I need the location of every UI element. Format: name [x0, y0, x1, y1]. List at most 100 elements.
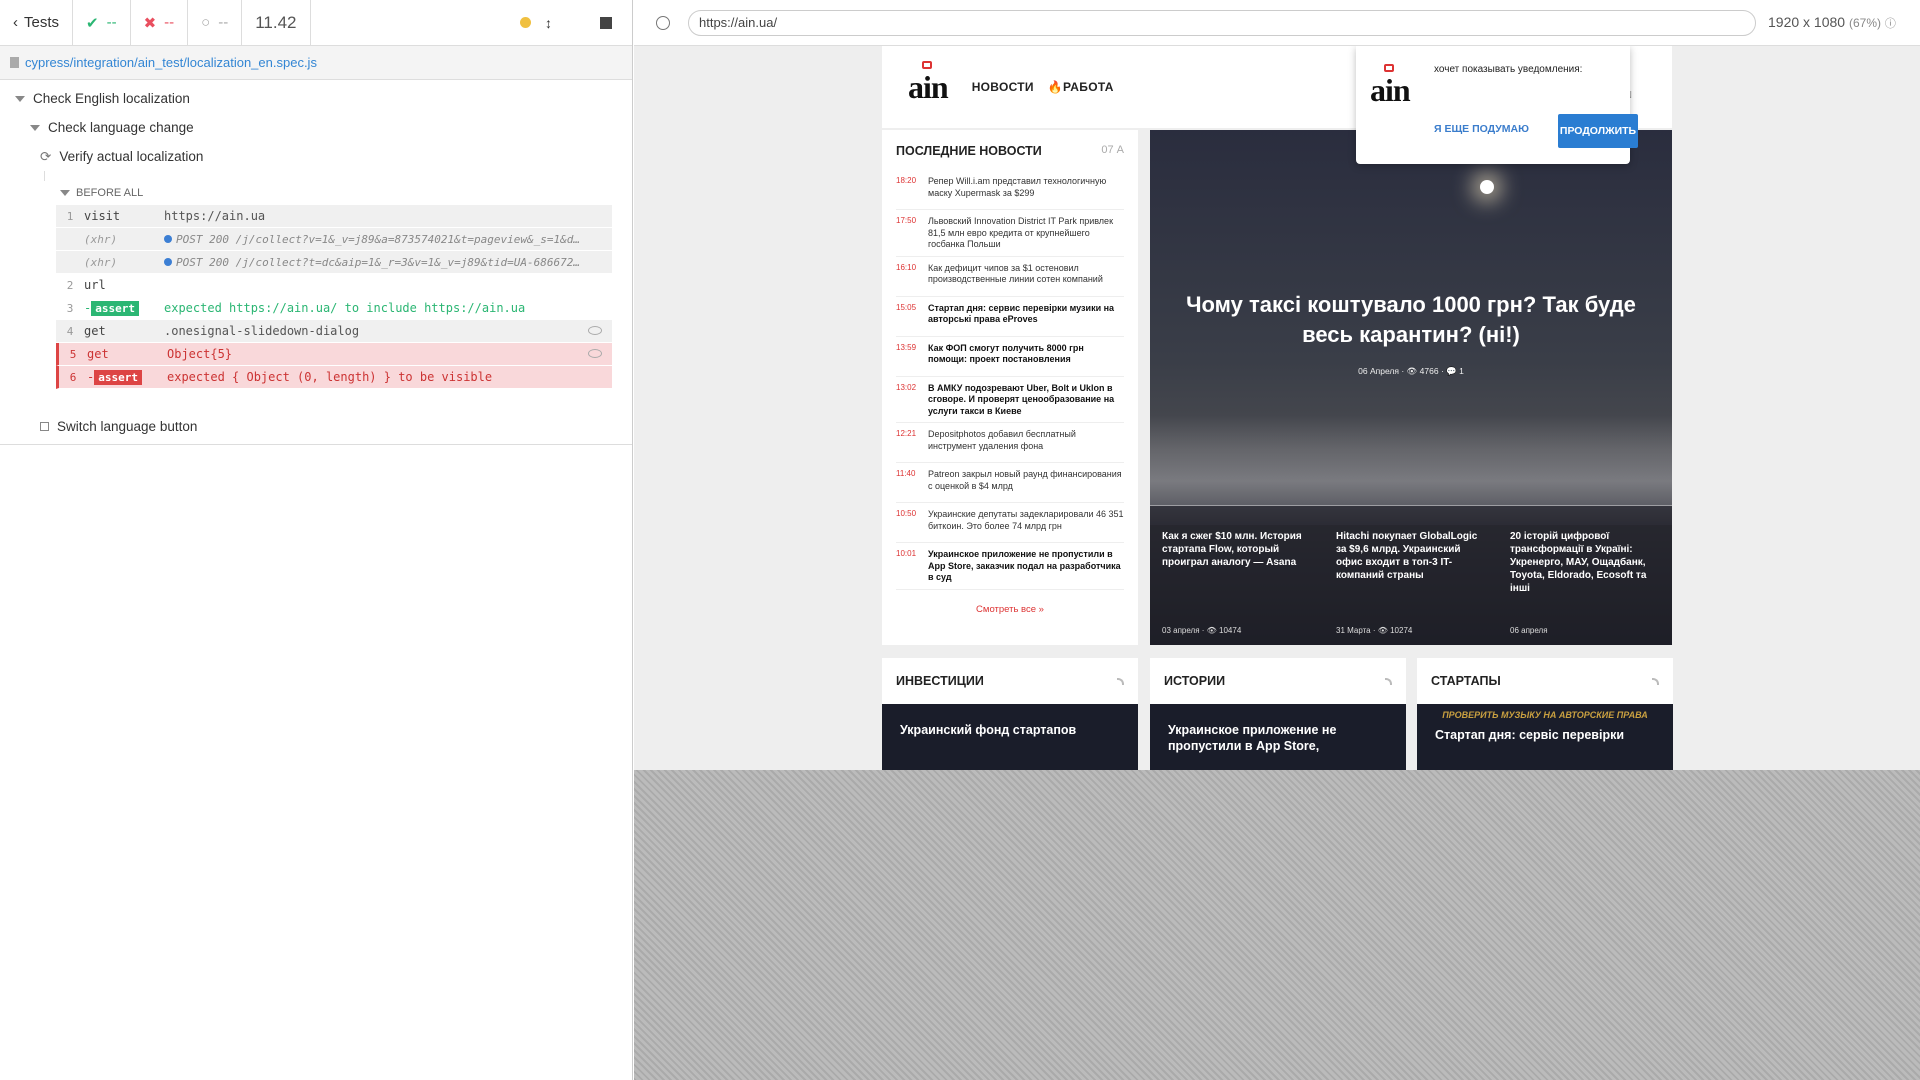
command-row[interactable]: (xhr) POST 200 /j/collect?v=1&_v=j89&a=8… [56, 228, 612, 251]
popup-text: хочет показывать уведомления: [1434, 64, 1583, 75]
test-title[interactable]: Switch language button [0, 409, 632, 445]
xhr-indicator-icon [164, 235, 172, 243]
tests-label: Tests [24, 14, 60, 31]
check-icon: ✔ [86, 14, 99, 32]
tests-back-button[interactable]: ‹ Tests [0, 0, 74, 45]
autoscroll-toggle-icon[interactable]: ↕ [545, 15, 552, 31]
sub-story[interactable]: Как я сжег $10 млн. История стартапа Flo… [1150, 506, 1324, 645]
news-headline: Depositphotos добавил бесплатный инструм… [928, 429, 1076, 451]
test-title[interactable]: ⟳ Verify actual localization [0, 142, 632, 171]
continue-button[interactable]: ПРОДОЛЖИТЬ [1558, 114, 1638, 148]
suite-title[interactable]: Check language change [0, 113, 632, 142]
command-row-failed[interactable]: 5 get Object{5} [56, 343, 612, 366]
rss-icon[interactable] [1652, 677, 1659, 685]
rss-icon[interactable] [1385, 677, 1392, 685]
notification-dialog: ain хочет показывать уведомления: Я ЕЩЕ … [1356, 46, 1638, 164]
spec-path-link[interactable]: cypress/integration/ain_test/localizatio… [25, 55, 317, 70]
latest-news: ПОСЛЕДНИЕ НОВОСТИ 07 А 18:20 Репер Will.i… [882, 130, 1138, 645]
see-all-link[interactable]: Смотреть все » [896, 604, 1124, 615]
news-time: 10:50 [896, 509, 917, 518]
failed-count: ✖ -- [131, 0, 189, 45]
running-indicator-icon [520, 17, 531, 28]
news-item[interactable]: 17:50 Львовский Innovation District IT Pa… [896, 210, 1124, 257]
site-logo[interactable]: ain [908, 60, 949, 106]
news-time: 10:01 [896, 549, 917, 558]
news-headline: Украинские депутаты задекларировали 46 3… [928, 509, 1124, 531]
news-time: 12:21 [896, 429, 917, 438]
rss-icon[interactable] [1117, 677, 1124, 685]
news-item[interactable]: 15:05 Стартап дня: сервис перевірки музик… [896, 297, 1124, 337]
suite-title[interactable]: Check English localization [0, 84, 632, 113]
file-icon [10, 57, 19, 68]
spec-path-bar: cypress/integration/ain_test/localizatio… [0, 46, 632, 80]
news-time: 15:05 [896, 302, 917, 312]
speech-bubble-icon [922, 60, 932, 69]
news-item[interactable]: 12:21 Depositphotos добавил бесплатный ин… [896, 423, 1124, 463]
hook-title[interactable]: BEFORE ALL [60, 181, 612, 205]
command-log: BEFORE ALL 1 visit https://ain.ua (xhr) … [56, 181, 612, 389]
news-headline: В АМКУ подозревают Uber, Bolt и Uklon в … [928, 382, 1115, 416]
pending-count: ○ -- [188, 0, 243, 45]
news-time: 18:20 [896, 176, 917, 185]
passed-count: ✔ -- [73, 0, 131, 45]
empty-area [634, 770, 1920, 1080]
news-item[interactable]: 10:50 Украинские депутаты задекларировали… [896, 503, 1124, 543]
command-row[interactable]: (xhr) POST 200 /j/collect?t=dc&aip=1&_r=… [56, 251, 612, 274]
news-headline: Как ФОП смогут получить 8000 грн помощи:… [928, 342, 1084, 365]
news-item[interactable]: 18:20 Репер Will.i.am представил технолог… [896, 170, 1124, 210]
hidden-eye-icon [588, 326, 602, 335]
command-row[interactable]: 2 url [56, 274, 612, 297]
sub-story[interactable]: Hitachi покупает GlobalLogic за $9,6 млр… [1324, 506, 1498, 645]
url-bar[interactable]: https://ain.ua/ [688, 9, 1756, 36]
main-nav: НОВОСТИ 🔥РАБОТА [972, 80, 1114, 94]
info-icon: ⓘ [1884, 18, 1896, 30]
speech-bubble-icon [1384, 64, 1394, 72]
command-row[interactable]: 3 - assert expected https://ain.ua/ to in… [56, 297, 612, 320]
news-headline: Репер Will.i.am представил технологичную… [928, 176, 1107, 198]
news-item[interactable]: 10:01 Украинское приложение не пропустили… [896, 543, 1124, 590]
cypress-reporter: ‹ Tests ✔ -- ✖ -- ○ -- 11.42 ↕ cypress/i… [0, 0, 633, 1080]
circle-icon: ○ [201, 14, 211, 31]
category-startups[interactable]: СТАРТАПЫ ПРОВЕРИТЬ МУЗЫКУ НА АВТОРСКИЕ П… [1417, 658, 1673, 770]
latest-news-date: 07 А [1101, 144, 1124, 156]
news-time: 11:40 [896, 469, 916, 478]
xhr-indicator-icon [164, 258, 172, 266]
selector-playground-icon[interactable] [656, 15, 670, 30]
stop-button[interactable] [600, 16, 612, 29]
sub-story[interactable]: 20 історій цифрової трансформації в Укра… [1498, 506, 1672, 645]
popup-logo: ain [1370, 64, 1411, 109]
news-item[interactable]: 13:59 Как ФОП смогут получить 8000 грн по… [896, 337, 1124, 377]
assert-badge: - assert [87, 370, 167, 385]
news-headline: Стартап дня: сервис перевірки музики на … [928, 302, 1115, 325]
news-headline: Patreon закрыл новый раунд финансировани… [928, 469, 1122, 491]
hero-story[interactable]: Чому таксі коштувало 1000 грн? Так буде … [1150, 130, 1672, 645]
news-headline: Как дефицит чипов за $1 остеновил произв… [928, 262, 1103, 285]
command-row[interactable]: 4 get .onesignal-slidedown-dialog [56, 320, 612, 343]
category-stories[interactable]: ИСТОРИИ Украинское приложение не пропуст… [1150, 658, 1406, 770]
collapse-icon [60, 190, 70, 196]
nav-item-jobs[interactable]: 🔥РАБОТА [1048, 80, 1114, 94]
news-item[interactable]: 16:10 Как дефицит чипов за $1 остеновил п… [896, 257, 1124, 297]
hero-meta: 06 Апреля · 👁 4766 · 💬 1 [1358, 366, 1464, 376]
later-button[interactable]: Я ЕЩЕ ПОДУМАЮ [1434, 123, 1529, 135]
street-light [1480, 180, 1494, 194]
command-row[interactable]: 1 visit https://ain.ua [56, 205, 612, 228]
chevron-left-icon: ‹ [13, 14, 18, 31]
command-row-failed[interactable]: 6 - assert expected { Object (0, length) … [56, 366, 612, 389]
viewport-info[interactable]: 1920 x 1080 (67%) ⓘ [1768, 14, 1896, 31]
news-time: 17:50 [896, 216, 917, 225]
aut-header: https://ain.ua/ 1920 x 1080 (67%) ⓘ [634, 0, 1920, 46]
news-item[interactable]: 13:02 В АМКУ подозревают Uber, Bolt и Ukl… [896, 377, 1124, 423]
latest-news-title: ПОСЛЕДНИЕ НОВОСТИ [896, 144, 1042, 158]
ain-website: ain НОВОСТИ 🔥РАБОТА EN ПОСЛЕДНИЕ НОВОСТИ… [882, 46, 1673, 770]
promo-text: ПРОВЕРИТЬ МУЗЫКУ НА АВТОРСКИЕ ПРАВА [1442, 710, 1648, 720]
news-headline: Львовский Innovation District IT Park пр… [928, 216, 1114, 249]
app-under-test: ain НОВОСТИ 🔥РАБОТА EN ПОСЛЕДНИЕ НОВОСТИ… [634, 46, 1920, 770]
assert-badge: - assert [84, 301, 164, 316]
category-investments[interactable]: ИНВЕСТИЦИИ Украинский фонд стартапов [882, 658, 1138, 770]
collapse-icon [30, 124, 40, 131]
cross-icon: ✖ [143, 14, 157, 32]
hero-title[interactable]: Чому таксі коштувало 1000 грн? Так буде … [1180, 290, 1642, 350]
news-item[interactable]: 11:40 Patreon закрыл новый раунд финансир… [896, 463, 1124, 503]
nav-item-news[interactable]: НОВОСТИ [972, 80, 1034, 94]
